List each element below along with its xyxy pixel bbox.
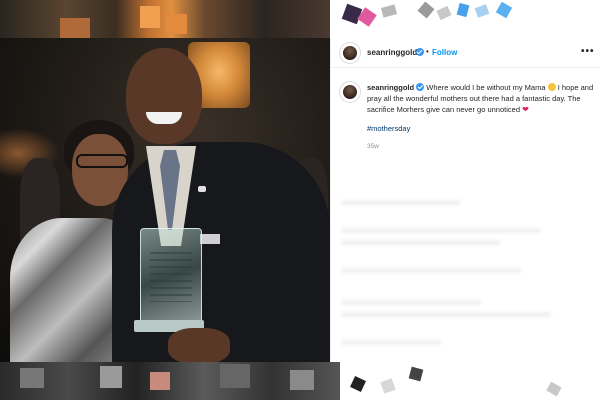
- caption-text-1: Where would I be without my Mama: [426, 83, 546, 92]
- award-engraving: [150, 252, 192, 302]
- blurred-icon: [380, 378, 396, 394]
- avatar[interactable]: [339, 42, 361, 64]
- blurred-block: [100, 366, 122, 388]
- verified-badge-icon: [416, 83, 425, 91]
- blurred-comments: [331, 188, 600, 358]
- post-photo[interactable]: [0, 38, 330, 362]
- header-username[interactable]: seanringgold: [367, 48, 417, 57]
- man-hand: [168, 328, 230, 362]
- heart-emoji-icon: ❤: [522, 105, 529, 114]
- post-details-panel: seanringgold • Follow ••• seanringgold W…: [330, 38, 600, 362]
- blurred-icon: [546, 381, 562, 397]
- blurred-comment: [341, 340, 441, 345]
- post-header: seanringgold • Follow •••: [331, 38, 600, 68]
- caption-username[interactable]: seanringgold: [367, 83, 414, 92]
- post-timestamp[interactable]: 35w: [367, 143, 379, 150]
- top-blurred-strip: [0, 0, 600, 38]
- blurred-icon: [456, 2, 470, 18]
- smile-emoji-icon: [547, 83, 556, 91]
- blurred-icon: [350, 376, 366, 392]
- avatar-image: [343, 85, 357, 99]
- blurred-block: [165, 14, 187, 34]
- blurred-icon: [380, 4, 398, 18]
- blurred-icon: [436, 5, 452, 21]
- lapel-pin: [198, 186, 206, 192]
- post-caption: seanringgold Where would I be without my…: [367, 82, 595, 115]
- blurred-comment: [341, 300, 481, 305]
- blurred-block: [20, 368, 44, 388]
- bottom-blurred-strip: [0, 362, 340, 400]
- separator-dot: •: [426, 47, 429, 56]
- blurred-comment: [341, 268, 521, 273]
- blurred-comment: [341, 312, 551, 317]
- man-face: [126, 48, 202, 144]
- blurred-comment: [341, 240, 501, 245]
- caption-avatar[interactable]: [339, 81, 361, 103]
- eyeglasses: [76, 154, 128, 168]
- blurred-icon: [495, 1, 513, 19]
- blurred-block: [150, 372, 170, 390]
- avatar-image: [343, 46, 357, 60]
- verified-badge-icon: [416, 48, 424, 56]
- hashtag-link[interactable]: #mothersday: [367, 124, 410, 133]
- blurred-icon: [408, 366, 424, 382]
- blurred-icon: [474, 4, 490, 18]
- blurred-comment: [341, 200, 461, 205]
- blurred-block: [220, 364, 250, 388]
- blurred-block: [290, 370, 314, 390]
- blurred-block: [60, 18, 90, 38]
- blurred-icon: [417, 1, 435, 19]
- pocket-square: [200, 234, 220, 244]
- blurred-comment: [341, 228, 541, 233]
- blurred-block: [140, 6, 160, 28]
- more-options-icon[interactable]: •••: [581, 46, 595, 57]
- follow-button[interactable]: Follow: [432, 48, 457, 57]
